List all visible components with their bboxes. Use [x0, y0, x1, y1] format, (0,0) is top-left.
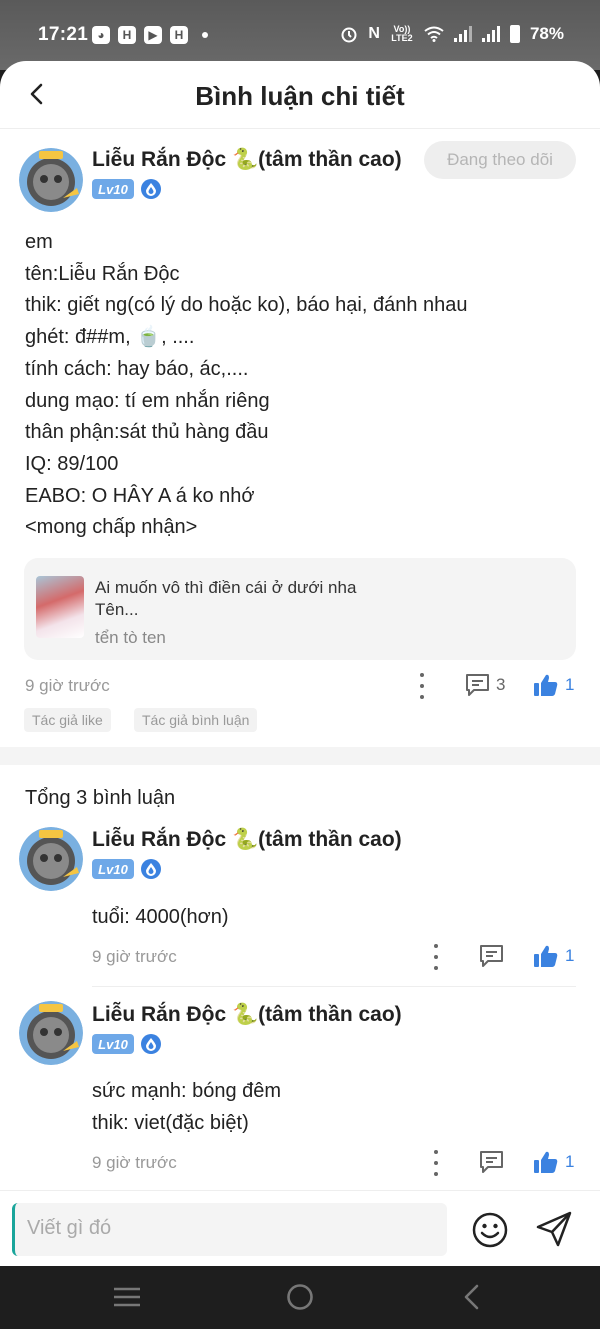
comment-author-name[interactable]: Liễu Rắn Độc 🐍(tâm thần cao): [92, 1003, 402, 1027]
post-line: dung mạo: tí em nhắn riêng: [25, 389, 270, 412]
comment-icon[interactable]: [479, 1150, 504, 1174]
comment-text: tuổi: 4000(hơn): [92, 901, 229, 933]
comment-line: thik: viet(đặc biệt): [92, 1112, 249, 1134]
send-icon[interactable]: [535, 1211, 573, 1247]
comment-text: sức mạnh: bóng đêm thik: viet(đặc biệt): [92, 1075, 281, 1139]
more-icon[interactable]: [412, 673, 432, 699]
more-icon[interactable]: [426, 944, 446, 970]
post-time: 9 giờ trước: [25, 676, 110, 695]
comment-divider: [92, 986, 576, 987]
like-button[interactable]: 1: [533, 673, 574, 697]
battery-icon: [509, 25, 520, 43]
post-line: thân phận:sát thủ hàng đầu: [25, 421, 269, 444]
status-time: 17:21: [38, 24, 89, 45]
following-button[interactable]: Đang theo dõi: [424, 141, 576, 179]
more-icon[interactable]: [426, 1150, 446, 1176]
post-line: tính cách: hay báo, ác,....: [25, 357, 249, 380]
cat-app-icon: ◕: [92, 26, 110, 44]
signal-icon-2: [481, 26, 500, 42]
post-line: EABO: O HÂY A á ko nhớ: [25, 484, 255, 507]
thumbs-up-icon: [534, 1151, 558, 1173]
like-count: 1: [565, 675, 575, 694]
avatar[interactable]: [19, 827, 83, 891]
status-right: N Vo)) LTE2 78%: [340, 24, 564, 44]
comment-detail-screen: Bình luận chi tiết Liễu Rắn Độc 🐍(tâm th…: [0, 61, 600, 1266]
emoji-icon[interactable]: [472, 1212, 508, 1248]
comment-time: 9 giờ trước: [92, 947, 177, 966]
water-drop-icon: [141, 859, 161, 879]
quoted-post-card[interactable]: Ai muốn vô thì điền cái ở dưới nha Tên..…: [24, 558, 576, 660]
comment-count: 3: [496, 675, 506, 694]
quoted-post-title: Ai muốn vô thì điền cái ở dưới nha: [95, 578, 357, 597]
author-commented-tag: Tác giả bình luận: [134, 708, 258, 732]
author-liked-tag: Tác giả like: [24, 708, 111, 732]
quoted-post-excerpt: Tên...: [95, 600, 139, 619]
post-line: IQ: 89/100: [25, 452, 119, 475]
nav-back-icon[interactable]: [461, 1283, 483, 1311]
battery-level: 78%: [529, 24, 564, 43]
comment-icon[interactable]: [479, 944, 504, 968]
like-count: 1: [565, 946, 575, 965]
post-line: tên:Liễu Rắn Độc: [25, 262, 180, 285]
more-notifications-dot: [202, 32, 208, 38]
comment-button[interactable]: 3: [465, 673, 505, 697]
post-body: em tên:Liễu Rắn Độc thik: giết ng(có lý …: [25, 227, 468, 544]
comment-time: 9 giờ trước: [92, 1153, 177, 1172]
comment-line: tuổi: 4000(hơn): [92, 906, 229, 928]
h-app-icon: H: [118, 26, 136, 44]
comment-input-bar: Viết gì đó: [0, 1190, 600, 1266]
comment-line: sức mạnh: bóng đêm: [92, 1080, 282, 1102]
app-header: Bình luận chi tiết: [0, 61, 600, 129]
level-badge: Lv10: [92, 1034, 134, 1054]
nfc-icon: N: [368, 25, 380, 42]
post-line: ghét: đ##m, 🍵, ....: [25, 326, 195, 349]
post-line: em: [25, 231, 53, 253]
avatar[interactable]: [19, 148, 83, 212]
thumbs-up-icon: [534, 945, 558, 967]
post-line: <mong chấp nhận>: [25, 516, 198, 539]
like-button[interactable]: 1: [533, 944, 574, 968]
level-badge: Lv10: [92, 179, 134, 199]
like-button[interactable]: 1: [533, 1150, 574, 1174]
quoted-post-author: tển tò ten: [95, 628, 166, 647]
signal-icon-1: [453, 26, 472, 42]
comment-icon: [466, 674, 489, 696]
like-count: 1: [565, 1152, 575, 1171]
total-comments-label: Tổng 3 bình luận: [25, 787, 176, 809]
avatar[interactable]: [19, 1001, 83, 1065]
level-badge: Lv10: [92, 859, 134, 879]
alarm-icon: [341, 27, 357, 43]
water-drop-icon: [141, 1034, 161, 1054]
comment-input[interactable]: Viết gì đó: [12, 1203, 447, 1256]
water-drop-icon: [141, 179, 161, 199]
youtube-icon: ▶: [144, 26, 162, 44]
network-label: Vo)) LTE2: [391, 24, 413, 43]
author-name[interactable]: Liễu Rắn Độc 🐍(tâm thần cao): [92, 148, 402, 172]
recents-icon[interactable]: [112, 1284, 142, 1310]
quoted-post-thumbnail: [36, 576, 84, 638]
status-bar: 17:21 ◕ H ▶ H N Vo)) LTE2 78%: [0, 0, 600, 70]
thumbs-up-icon: [534, 674, 558, 696]
h-app-icon-2: H: [170, 26, 188, 44]
system-nav-bar: [0, 1266, 600, 1329]
post-line: thik: giết ng(có lý do hoặc ko), báo hại…: [25, 294, 468, 317]
comment-author-name[interactable]: Liễu Rắn Độc 🐍(tâm thần cao): [92, 828, 402, 852]
section-separator: [0, 747, 600, 765]
home-icon[interactable]: [286, 1283, 314, 1311]
notification-icons: ◕ H ▶ H: [92, 26, 208, 44]
wifi-icon: [424, 26, 444, 42]
page-title: Bình luận chi tiết: [195, 81, 405, 111]
